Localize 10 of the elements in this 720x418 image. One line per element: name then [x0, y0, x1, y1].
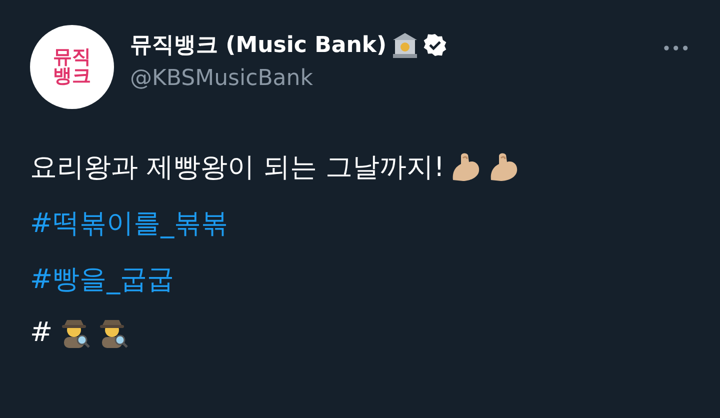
bank-icon	[390, 30, 419, 58]
tweet-text: 요리왕과 제빵왕이 되는 그날까지!	[30, 151, 445, 185]
user-handle[interactable]: @KBSMusicBank	[130, 66, 646, 90]
hash-sign: #	[30, 316, 53, 348]
hashtag-link[interactable]: #빵을_굽굽	[30, 261, 690, 297]
avatar-logo[interactable]: 뮤직뱅크	[30, 25, 114, 109]
hashtag-link[interactable]: #떡볶이를_볶볶	[30, 205, 690, 241]
display-name[interactable]: 뮤직뱅크 (Music Bank)	[130, 30, 387, 60]
more-options[interactable]: •••	[662, 39, 690, 58]
logo-text: 뮤직뱅크	[52, 48, 92, 86]
